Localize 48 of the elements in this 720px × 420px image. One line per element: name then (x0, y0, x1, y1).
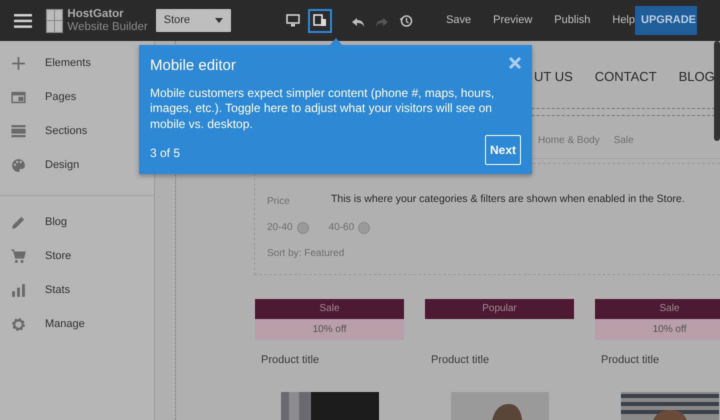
logo-subtitle: Website Builder (67, 20, 148, 34)
settings-icon (10, 316, 27, 333)
nav-link[interactable]: CONTACT (594, 66, 657, 86)
palette-icon (10, 157, 27, 174)
next-button[interactable]: Next (485, 135, 521, 165)
placeholder-message: This is where your categories & filters are shown when enabled in the Store. (331, 192, 685, 207)
publish-button[interactable]: Publish (554, 12, 590, 29)
step-counter: 3 of 5 (150, 145, 180, 162)
sidebar-item[interactable]: Elements (45, 55, 91, 72)
nav-link[interactable]: UT US (534, 66, 573, 86)
sidebar-item[interactable]: Design (45, 157, 80, 174)
mobile-view-button[interactable] (308, 8, 332, 32)
cart-icon (10, 248, 27, 265)
save-button[interactable]: Save (446, 12, 472, 29)
tooltip-title: Mobile editor (150, 56, 236, 76)
phone-icon (313, 14, 328, 27)
sidebar-item[interactable]: Store (45, 248, 72, 265)
clock-icon (399, 14, 414, 28)
rows-icon (10, 123, 27, 140)
upgrade-button[interactable]: UPGRADE (635, 6, 697, 35)
product-badge: Popular (425, 299, 574, 319)
product-badge: Sale (595, 299, 720, 319)
page-select[interactable]: Store (156, 9, 232, 32)
sidebar-item[interactable]: Manage (45, 316, 85, 333)
logo-text: HostGator (67, 8, 125, 20)
discount-label: 10% off (255, 319, 404, 340)
product-title: Product title (600, 353, 660, 368)
menu-button[interactable] (14, 14, 32, 28)
product-title: Product title (430, 353, 490, 368)
sidebar-item[interactable]: Sections (45, 123, 88, 140)
logo-icon (46, 8, 64, 32)
help-button[interactable]: Help (612, 12, 635, 29)
preview-button[interactable]: Preview (493, 12, 532, 29)
bar-chart-icon (10, 282, 27, 299)
caret-icon (215, 18, 224, 23)
nav-link[interactable]: BLOG (678, 66, 715, 86)
sidebar-item[interactable]: Blog (45, 214, 68, 231)
discount-label: 10% off (595, 319, 720, 340)
plus-icon (10, 55, 27, 72)
tooltip-text: Mobile customers expect simpler content (phone #, maps, hours, images, etc.). Toggle here to adjust what your visitors will see on mobile vs. desktop. (150, 86, 496, 132)
window-icon (10, 89, 27, 106)
monitor-icon (286, 14, 300, 27)
product-badge: Sale (255, 299, 404, 319)
product-title: Product title (260, 353, 320, 368)
filter-label: Price (267, 195, 290, 209)
sidebar-item[interactable]: Pages (45, 89, 76, 106)
sidebar-item[interactable]: Stats (45, 282, 70, 299)
pencil-icon (10, 214, 27, 231)
